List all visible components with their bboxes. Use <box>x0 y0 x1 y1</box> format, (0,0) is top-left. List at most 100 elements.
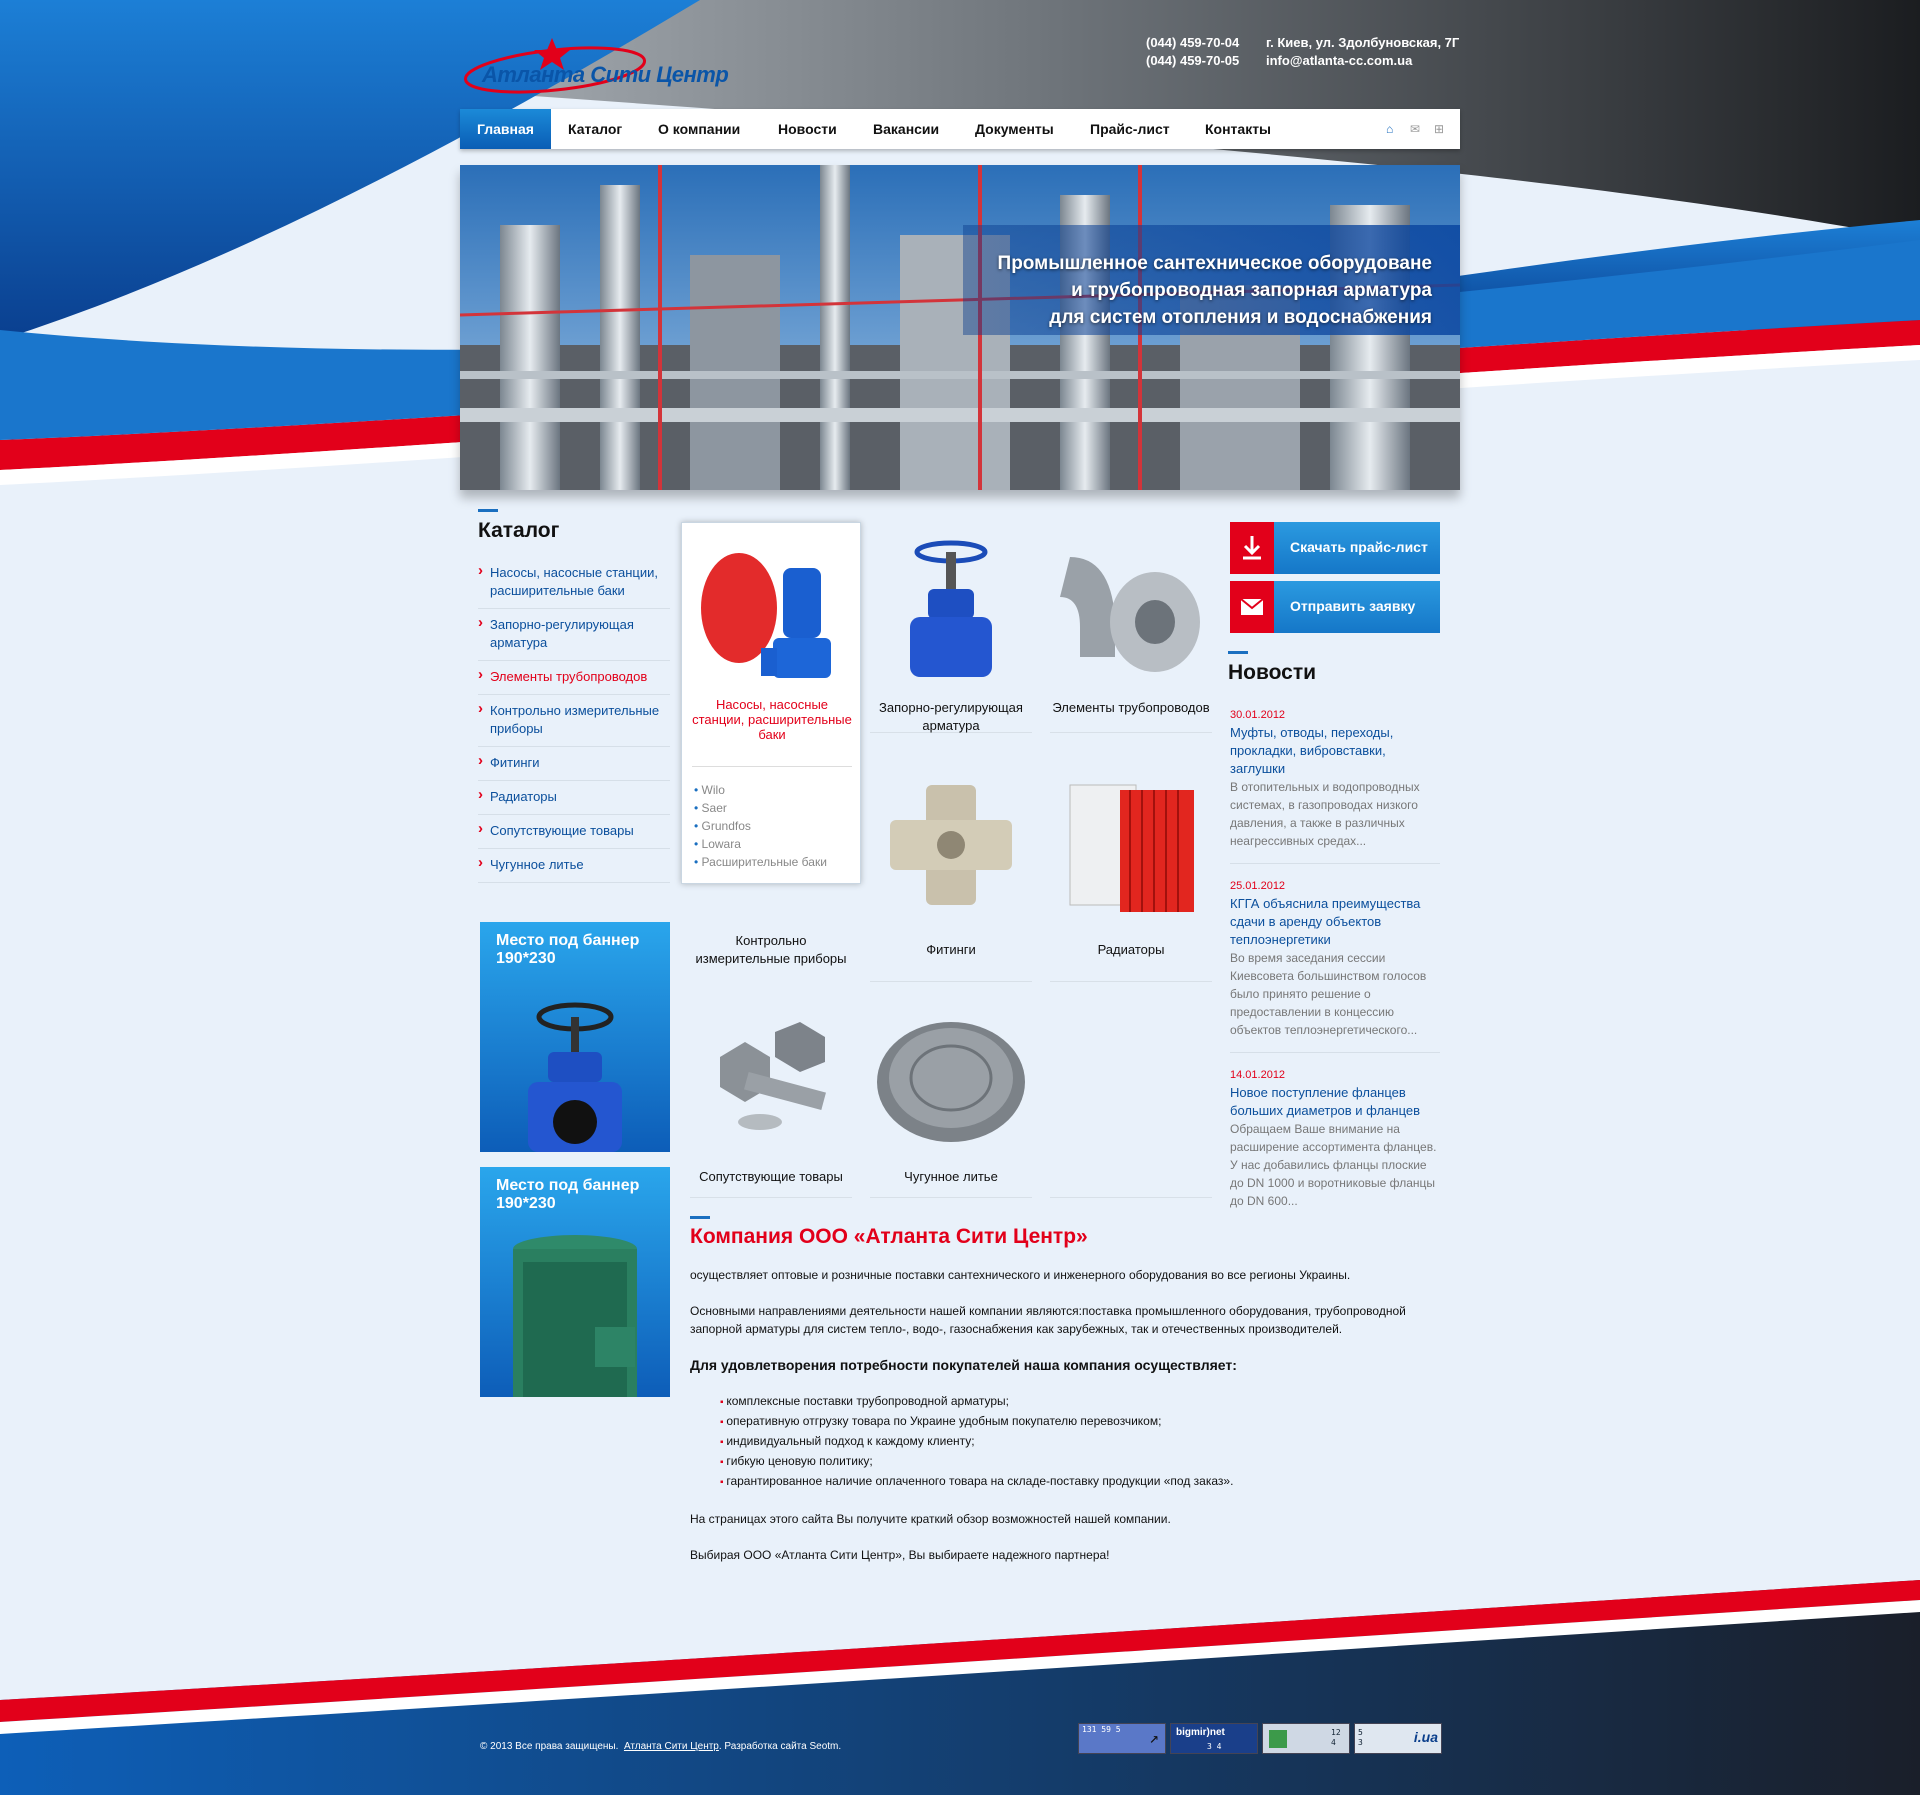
product-name-valves[interactable]: Запорно-регулирующая арматура <box>870 699 1032 735</box>
about-list-item: индивидуальный подход к каждому клиенту; <box>720 1432 1430 1452</box>
nav-item-home[interactable]: Главная <box>460 109 551 149</box>
nav-item-pricelist[interactable]: Прайс-лист <box>1073 109 1187 149</box>
nav-icons: ⌂ ✉ ⊞ <box>1386 122 1446 136</box>
counter-widget-1[interactable]: 131 59 5 ↗ <box>1078 1723 1166 1754</box>
sidebar-banner-2[interactable]: Место под баннер 190*230 <box>480 1167 670 1397</box>
news-link[interactable]: Новое поступление фланцев больших диамет… <box>1230 1084 1440 1120</box>
news-date: 25.01.2012 <box>1230 880 1286 892</box>
manhole-image <box>877 1022 1025 1142</box>
catalog-item-pumps[interactable]: Насосы, насосные станции, расширительные… <box>478 557 670 609</box>
product-card-radiators[interactable]: Радиаторы <box>1050 765 1212 982</box>
about-list: комплексные поставки трубопроводной арма… <box>720 1392 1430 1492</box>
download-icon <box>1230 522 1274 574</box>
nav-item-news[interactable]: Новости <box>761 109 854 149</box>
about-paragraph-5: Выбирая ООО «Атланта Сити Центр», Вы выб… <box>690 1548 1110 1562</box>
product-name-accessories[interactable]: Сопутствующие товары <box>690 1168 852 1186</box>
brand-lowara[interactable]: Lowara <box>694 835 827 853</box>
counter-3-logo-icon <box>1269 1730 1287 1748</box>
download-pricelist-label: Скачать прайс-лист <box>1290 539 1428 555</box>
catalog-title: Каталог <box>478 509 560 542</box>
bolts-image <box>720 1022 826 1130</box>
arrow-icon: ↗ <box>1149 1728 1159 1747</box>
news-date: 30.01.2012 <box>1230 709 1286 721</box>
nav-item-vacancies[interactable]: Вакансии <box>856 109 956 149</box>
valve-image <box>910 540 992 677</box>
copyright: © 2013 Все права защищены. Атланта Сити … <box>480 1741 841 1752</box>
brand-wilo[interactable]: Wilo <box>694 781 827 799</box>
news-item: 25.01.2012 КГГА объяснила преимущества с… <box>1230 877 1440 1053</box>
news-excerpt: В отопительных и водопроводных системах,… <box>1230 780 1420 848</box>
product-card-pipe-elements[interactable]: Элементы трубопроводов <box>1050 527 1212 733</box>
copyright-text: © 2013 Все права защищены. <box>480 1741 619 1752</box>
pump-image <box>701 553 831 678</box>
product-name-fittings[interactable]: Фитинги <box>870 941 1032 959</box>
hero-caption-box: Промышленное сантехническое оборудоване … <box>963 225 1460 335</box>
envelope-icon <box>1230 581 1274 633</box>
footer-company-link[interactable]: Атланта Сити Центр <box>624 1741 719 1752</box>
product-card-pumps-hover[interactable]: Насосы, насосные станции, расширительные… <box>681 522 861 884</box>
hero-caption: Промышленное сантехническое оборудоване … <box>998 250 1432 331</box>
home-icon[interactable]: ⌂ <box>1386 122 1393 136</box>
product-name-pumps[interactable]: Насосы, насосные станции, расширительные… <box>691 697 853 742</box>
news-link[interactable]: Муфты, отводы, переходы, прокладки, вибр… <box>1230 724 1440 778</box>
brand-expansion-tanks[interactable]: Расширительные баки <box>694 853 827 871</box>
catalog-item-instruments[interactable]: Контрольно измерительные приборы <box>478 695 670 747</box>
address: г. Киев, ул. Здолбуновская, 7Г <box>1266 35 1460 50</box>
mail-icon[interactable]: ✉ <box>1410 122 1420 136</box>
news-date: 14.01.2012 <box>1230 1069 1286 1081</box>
counter-3-value: 12 4 <box>1331 1728 1341 1747</box>
product-name-radiators[interactable]: Радиаторы <box>1050 941 1212 959</box>
counter-widget-3[interactable]: 12 4 <box>1262 1723 1350 1754</box>
hero-line-1: Промышленное сантехническое оборудоване <box>997 253 1432 274</box>
iua-logo: i.ua <box>1413 1729 1438 1745</box>
brand-saer[interactable]: Saer <box>694 799 827 817</box>
about-list-item: комплексные поставки трубопроводной арма… <box>720 1392 1430 1412</box>
product-name-cast-iron[interactable]: Чугунное литье <box>870 1168 1032 1186</box>
news-link[interactable]: КГГА объяснила преимущества сдачи в арен… <box>1230 895 1440 949</box>
logo[interactable]: Атланта Сити Центр <box>460 38 729 94</box>
catalog-item-valves[interactable]: Запорно-регулирующая арматура <box>478 609 670 661</box>
product-card-instruments[interactable]: Контрольно измерительные приборы <box>690 880 852 980</box>
brand-grundfos[interactable]: Grundfos <box>694 817 827 835</box>
product-card-fittings[interactable]: Фитинги <box>870 765 1032 982</box>
about-list-item: гибкую ценовую политику; <box>720 1452 1430 1472</box>
catalog-item-fittings[interactable]: Фитинги <box>478 747 670 781</box>
catalog-item-cast-iron[interactable]: Чугунное литье <box>478 849 670 883</box>
counter-widget-iua[interactable]: 5 3 i.ua <box>1354 1723 1442 1754</box>
catalog-item-radiators[interactable]: Радиаторы <box>478 781 670 815</box>
nav-item-documents[interactable]: Документы <box>958 109 1071 149</box>
download-pricelist-button[interactable]: Скачать прайс-лист <box>1230 522 1440 574</box>
sitemap-icon[interactable]: ⊞ <box>1434 122 1444 136</box>
phone-2: (044) 459-70-05 <box>1146 53 1240 68</box>
send-request-button[interactable]: Отправить заявку <box>1230 581 1440 633</box>
counter-1-value: 131 59 5 <box>1082 1725 1121 1734</box>
nav-item-contacts[interactable]: Контакты <box>1188 109 1288 149</box>
banner-1-text: Место под баннер 190*230 <box>496 932 640 967</box>
product-card-empty <box>1050 1002 1212 1198</box>
about-paragraph-1: осуществляет оптовые и розничные поставк… <box>690 1268 1351 1282</box>
catalog-item-pipe-elements[interactable]: Элементы трубопроводов <box>478 661 670 695</box>
product-name-pipe-elements[interactable]: Элементы трубопроводов <box>1050 699 1212 717</box>
counter-widget-bigmir[interactable]: bigmir)net 3 4 <box>1170 1723 1258 1754</box>
banner-2-text: Место под баннер 190*230 <box>496 1177 640 1212</box>
about-subheading: Для удовлетворения потребности покупател… <box>690 1357 1237 1373</box>
product-name-instruments[interactable]: Контрольно измерительные приборы <box>690 932 852 968</box>
iua-value: 5 3 <box>1358 1728 1363 1747</box>
bigmir-value: 3 4 <box>1207 1742 1222 1751</box>
news-title: Новости <box>1228 651 1317 684</box>
copyright-dev: . Разработка сайта Seotm. <box>718 1741 842 1752</box>
email-link[interactable]: info@atlanta-cc.com.ua <box>1266 52 1466 70</box>
news-excerpt: Во время заседания сессии Киевсовета бол… <box>1230 951 1427 1037</box>
catalog-list: Насосы, насосные станции, расширительные… <box>478 557 670 883</box>
product-card-cast-iron[interactable]: Чугунное литье <box>870 1002 1032 1198</box>
nav-item-catalog[interactable]: Каталог <box>551 109 639 149</box>
nav-item-about[interactable]: О компании <box>641 109 757 149</box>
product-card-valves[interactable]: Запорно-регулирующая арматура <box>870 527 1032 733</box>
sidebar-banner-1[interactable]: Место под баннер 190*230 <box>480 922 670 1152</box>
product-card-accessories[interactable]: Сопутствующие товары <box>690 1002 852 1198</box>
news-excerpt: Обращаем Ваше внимание на расширение асс… <box>1230 1122 1437 1208</box>
catalog-item-accessories[interactable]: Сопутствующие товары <box>478 815 670 849</box>
hero-banner: Промышленное сантехническое оборудоване … <box>460 165 1460 490</box>
logo-text: Атланта Сити Центр <box>482 62 729 87</box>
about-paragraph-2: Основными направлениями деятельности наш… <box>690 1304 1406 1336</box>
